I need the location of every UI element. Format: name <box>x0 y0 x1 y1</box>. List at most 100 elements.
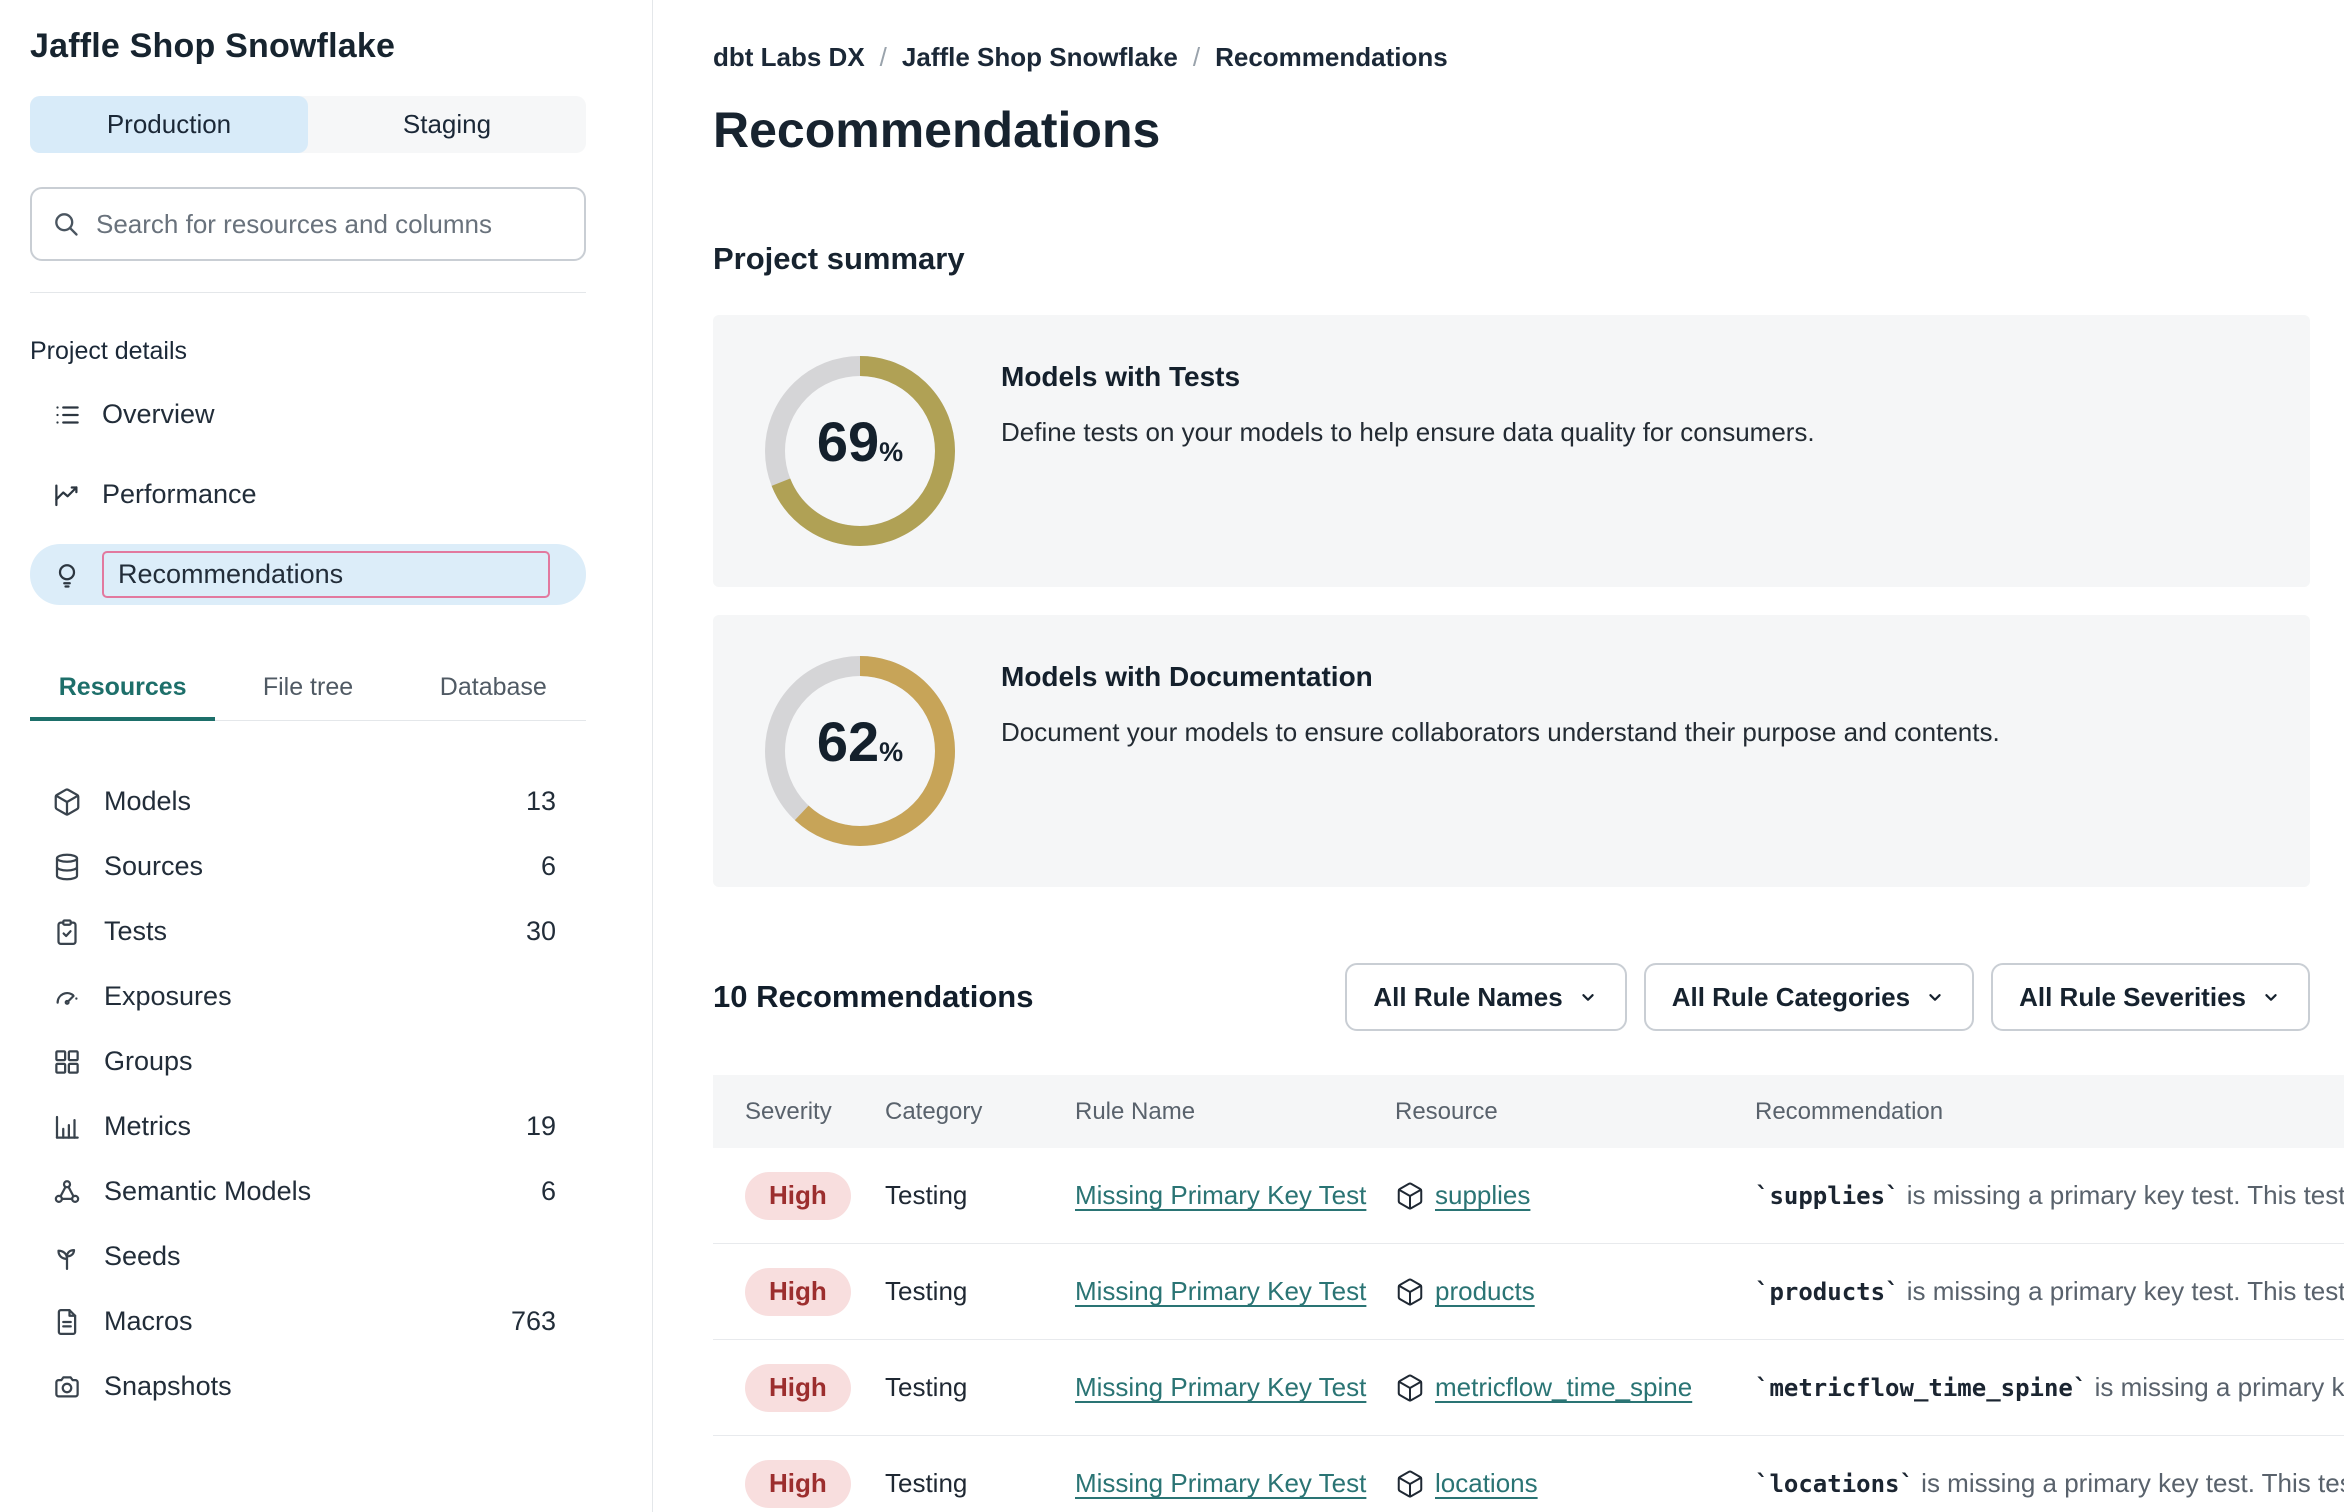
page-title: Recommendations <box>713 101 2310 159</box>
chevron-down-icon <box>1577 986 1599 1008</box>
filter-rule-severities[interactable]: All Rule Severities <box>1991 963 2310 1031</box>
resource-count: 13 <box>526 786 586 817</box>
recommendation-code: `metricflow_time_spine` <box>1755 1374 2087 1402</box>
resource-item-models[interactable]: Models 13 <box>30 769 586 834</box>
sidebar: Jaffle Shop Snowflake Production Staging… <box>0 0 653 1512</box>
severity-cell: High <box>745 1460 885 1508</box>
nav-item-label: Overview <box>102 399 215 430</box>
resource-label: Models <box>104 786 191 817</box>
project-nav: Overview Performance Recommendations <box>30 384 586 605</box>
severity-badge: High <box>745 1268 851 1316</box>
breadcrumb: dbt Labs DX / Jaffle Shop Snowflake / Re… <box>713 42 2310 73</box>
recommendation-code: `products` <box>1755 1278 1900 1306</box>
summary-card-tests: 69% Models with Tests Define tests on yo… <box>713 315 2310 587</box>
cube-icon <box>52 787 82 817</box>
rule-name-link[interactable]: Missing Primary Key Test <box>1075 1276 1366 1306</box>
resource-link[interactable]: products <box>1435 1276 1535 1307</box>
breadcrumb-item-account[interactable]: dbt Labs DX <box>713 42 865 73</box>
donut-chart-documentation: 62% <box>765 656 955 846</box>
resource-item-metrics[interactable]: Metrics 19 <box>30 1094 586 1159</box>
table-row: High Testing Missing Primary Key Test lo… <box>713 1436 2344 1512</box>
cube-icon <box>1395 1277 1425 1307</box>
resource-item-tests[interactable]: Tests 30 <box>30 899 586 964</box>
resource-cell: products <box>1395 1276 1755 1307</box>
nav-item-overview[interactable]: Overview <box>30 384 586 445</box>
resource-cell: supplies <box>1395 1180 1755 1211</box>
project-summary-heading: Project summary <box>713 241 2310 277</box>
tab-file-tree[interactable]: File tree <box>215 665 400 720</box>
list-icon <box>52 400 82 430</box>
resource-item-seeds[interactable]: Seeds <box>30 1224 586 1289</box>
tab-database[interactable]: Database <box>401 665 586 720</box>
card-title: Models with Documentation <box>1001 661 2000 693</box>
column-header-category: Category <box>885 1098 1075 1126</box>
cube-icon <box>1395 1373 1425 1403</box>
project-details-label: Project details <box>30 337 586 366</box>
severity-badge: High <box>745 1460 851 1508</box>
resource-label: Metrics <box>104 1111 191 1142</box>
cube-icon <box>1395 1181 1425 1211</box>
env-tab-production[interactable]: Production <box>30 96 308 153</box>
chevron-down-icon <box>1924 986 1946 1008</box>
resource-link[interactable]: supplies <box>1435 1180 1530 1211</box>
env-tab-staging[interactable]: Staging <box>308 96 586 153</box>
card-title: Models with Tests <box>1001 361 1815 393</box>
tab-resources[interactable]: Resources <box>30 665 215 720</box>
rule-name-cell: Missing Primary Key Test <box>1075 1180 1395 1211</box>
search-box[interactable] <box>30 187 586 261</box>
rule-name-cell: Missing Primary Key Test <box>1075 1372 1395 1403</box>
resource-item-sources[interactable]: Sources 6 <box>30 834 586 899</box>
table-row: High Testing Missing Primary Key Test pr… <box>713 1244 2344 1340</box>
resource-link[interactable]: locations <box>1435 1468 1538 1499</box>
table-row: High Testing Missing Primary Key Test me… <box>713 1340 2344 1436</box>
filter-rule-categories[interactable]: All Rule Categories <box>1644 963 1974 1031</box>
severity-badge: High <box>745 1364 851 1412</box>
category-cell: Testing <box>885 1468 1075 1499</box>
gauge-icon <box>52 982 82 1012</box>
resource-label: Sources <box>104 851 203 882</box>
summary-cards: 69% Models with Tests Define tests on yo… <box>713 315 2310 887</box>
resource-label: Exposures <box>104 981 232 1012</box>
rule-name-cell: Missing Primary Key Test <box>1075 1276 1395 1307</box>
filters: All Rule Names All Rule Categories All R… <box>1345 963 2310 1031</box>
table-header-row: Severity Category Rule Name Resource Rec… <box>713 1075 2344 1148</box>
lightbulb-icon <box>52 560 82 590</box>
summary-card-documentation: 62% Models with Documentation Document y… <box>713 615 2310 887</box>
rule-name-link[interactable]: Missing Primary Key Test <box>1075 1372 1366 1402</box>
recommendations-header: 10 Recommendations All Rule Names All Ru… <box>713 963 2310 1031</box>
resource-item-groups[interactable]: Groups <box>30 1029 586 1094</box>
nav-item-recommendations[interactable]: Recommendations <box>30 544 586 605</box>
rule-name-link[interactable]: Missing Primary Key Test <box>1075 1468 1366 1498</box>
database-icon <box>52 852 82 882</box>
resource-list: Models 13 Sources 6 Tests 30 Exposures <box>30 769 586 1419</box>
category-cell: Testing <box>885 1180 1075 1211</box>
nav-item-performance[interactable]: Performance <box>30 464 586 525</box>
main-content: dbt Labs DX / Jaffle Shop Snowflake / Re… <box>653 0 2344 1512</box>
resource-count: 6 <box>541 1176 586 1207</box>
column-header-resource: Resource <box>1395 1098 1755 1126</box>
category-cell: Testing <box>885 1276 1075 1307</box>
sidebar-tabs: Resources File tree Database <box>30 665 586 721</box>
search-input[interactable] <box>96 209 564 240</box>
resource-item-exposures[interactable]: Exposures <box>30 964 586 1029</box>
resource-item-macros[interactable]: Macros 763 <box>30 1289 586 1354</box>
rule-name-link[interactable]: Missing Primary Key Test <box>1075 1180 1366 1210</box>
donut-chart-tests: 69% <box>765 356 955 546</box>
bar-chart-icon <box>52 1112 82 1142</box>
resource-link[interactable]: metricflow_time_spine <box>1435 1372 1692 1403</box>
resource-label: Seeds <box>104 1241 181 1272</box>
resource-item-semantic-models[interactable]: Semantic Models 6 <box>30 1159 586 1224</box>
resource-cell: metricflow_time_spine <box>1395 1372 1755 1403</box>
project-title: Jaffle Shop Snowflake <box>30 27 586 66</box>
filter-rule-names[interactable]: All Rule Names <box>1345 963 1626 1031</box>
file-text-icon <box>52 1307 82 1337</box>
column-header-recommendation: Recommendation <box>1755 1098 2344 1126</box>
category-cell: Testing <box>885 1372 1075 1403</box>
donut-value: 62% <box>765 656 955 846</box>
breadcrumb-separator: / <box>880 42 887 73</box>
resource-item-snapshots[interactable]: Snapshots <box>30 1354 586 1419</box>
recommendation-cell: `locations` is missing a primary key tes… <box>1755 1468 2344 1499</box>
search-icon <box>52 210 80 238</box>
breadcrumb-item-project[interactable]: Jaffle Shop Snowflake <box>902 42 1178 73</box>
recommendation-cell: `products` is missing a primary key test… <box>1755 1276 2344 1307</box>
